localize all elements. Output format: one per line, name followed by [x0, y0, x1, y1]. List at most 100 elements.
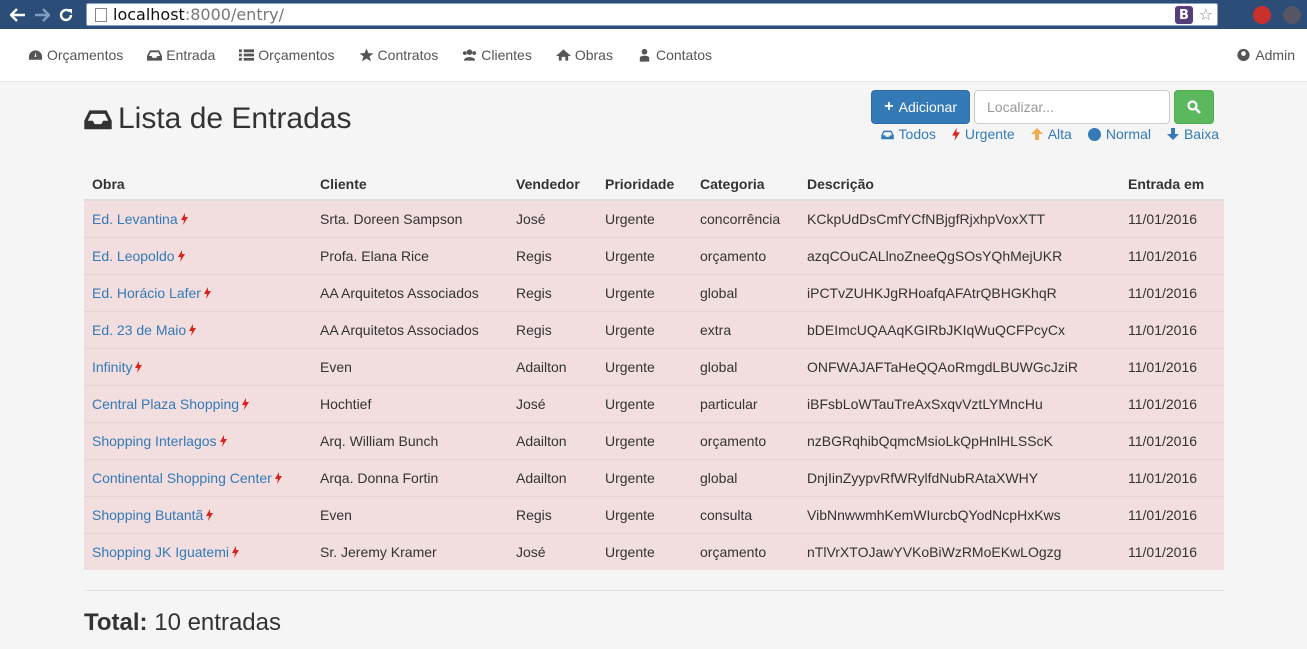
extension-icon[interactable] — [1253, 5, 1271, 24]
column-header-cliente[interactable]: Cliente — [312, 168, 508, 201]
cell-vendedor: Regis — [508, 236, 597, 274]
cell-cliente: Sr. Jeremy Kramer — [312, 532, 508, 570]
nav-item-label: Clientes — [481, 47, 532, 63]
cell-descricao: iPCTvZUHKJgRHoafqAFAtrQBHGKhqR — [799, 273, 1120, 311]
obra-link[interactable]: Shopping JK Iguatemi — [92, 544, 229, 560]
cell-prioridade: Urgente — [597, 273, 692, 311]
page-header: Lista de Entradas + Adicionar Todos Urge… — [84, 82, 1224, 168]
bolt-icon — [231, 545, 239, 558]
cell-obra: Central Plaza Shopping — [84, 384, 312, 422]
table-row[interactable]: Shopping Butantã Even Regis Urgente consulta… — [84, 495, 1224, 533]
cell-vendedor: Adailton — [508, 458, 597, 496]
search-input[interactable] — [974, 90, 1170, 124]
obra-link[interactable]: Ed. Levantina — [92, 211, 178, 227]
filter-todos[interactable]: Todos — [880, 126, 936, 142]
address-bar[interactable]: localhost:8000/entry/ B ☆ — [86, 3, 1218, 26]
cell-prioridade: Urgente — [597, 310, 692, 348]
cell-categoria: orçamento — [692, 421, 799, 459]
cell-cliente: Arq. William Bunch — [312, 421, 508, 459]
bolt-icon — [206, 508, 214, 521]
column-header-obra[interactable]: Obra — [84, 168, 312, 201]
cell-categoria: global — [692, 458, 799, 496]
filter-urgente[interactable]: Urgente — [952, 126, 1015, 142]
column-header-prioridade[interactable]: Prioridade — [597, 168, 692, 201]
cell-cliente: AA Arquitetos Associados — [312, 273, 508, 311]
obra-link[interactable]: Ed. Leopoldo — [92, 248, 175, 264]
obra-link[interactable]: Central Plaza Shopping — [92, 396, 239, 412]
entries-table: Obra Cliente Vendedor Prioridade Categor… — [84, 168, 1224, 570]
cell-cliente: Even — [312, 495, 508, 533]
extension-icon[interactable] — [1283, 5, 1301, 24]
cell-cliente: Hochtief — [312, 384, 508, 422]
table-row[interactable]: Shopping Interlagos Arq. William Bunch Ada… — [84, 421, 1224, 459]
cell-vendedor: José — [508, 199, 597, 237]
cell-cliente: AA Arquitetos Associados — [312, 310, 508, 348]
back-icon[interactable] — [6, 3, 30, 27]
nav-item-admin[interactable]: Admin — [1236, 47, 1295, 63]
nav-item-orcamentos-list[interactable]: Orçamentos — [239, 47, 335, 63]
cell-categoria: global — [692, 347, 799, 385]
table-row[interactable]: Ed. Levantina Srta. Doreen Sampson José Urg… — [84, 199, 1224, 237]
table-row[interactable]: Central Plaza Shopping Hochtief José Urgent… — [84, 384, 1224, 422]
bolt-icon — [219, 434, 227, 447]
table-row[interactable]: Ed. 23 de Maio AA Arquitetos Associados Re… — [84, 310, 1224, 348]
column-header-vendedor[interactable]: Vendedor — [508, 168, 597, 201]
obra-link[interactable]: Continental Shopping Center — [92, 470, 272, 486]
cell-descricao: KCkpUdDsCmfYCfNBjgfRjxhpVoxXTT — [799, 199, 1120, 237]
cell-entrada-em: 11/01/2016 — [1120, 384, 1224, 422]
bootstrap-extension-icon[interactable]: B — [1175, 6, 1193, 24]
cell-obra: Ed. Levantina — [84, 199, 312, 237]
nav-item-obras[interactable]: Obras — [555, 47, 613, 63]
nav-item-contratos[interactable]: Contratos — [359, 47, 439, 63]
cell-categoria: consulta — [692, 495, 799, 533]
cell-vendedor: Regis — [508, 273, 597, 311]
filter-label: Alta — [1047, 126, 1072, 142]
list-icon — [239, 49, 255, 61]
cell-entrada-em: 11/01/2016 — [1120, 421, 1224, 459]
column-header-entrada-em[interactable]: Entrada em — [1120, 168, 1224, 201]
bolt-icon — [180, 212, 188, 225]
obra-link[interactable]: Shopping Interlagos — [92, 433, 217, 449]
filter-baixa[interactable]: Baixa — [1166, 126, 1219, 142]
table-row[interactable]: Shopping JK Iguatemi Sr. Jeremy Kramer Jos… — [84, 532, 1224, 570]
bookmark-star-icon[interactable]: ☆ — [1199, 5, 1213, 24]
search-button[interactable] — [1174, 90, 1214, 124]
obra-link[interactable]: Infinity — [92, 359, 132, 375]
forward-icon[interactable] — [30, 3, 54, 27]
main-navbar: Orçamentos Entrada Orçamentos Contratos … — [0, 29, 1307, 82]
column-header-categoria[interactable]: Categoria — [692, 168, 799, 201]
cell-vendedor: José — [508, 384, 597, 422]
search-icon — [1187, 100, 1201, 114]
nav-item-clientes[interactable]: Clientes — [462, 47, 532, 63]
priority-filters: Todos Urgente Alta Normal Baixa — [880, 126, 1219, 142]
cell-obra: Ed. Horácio Lafer — [84, 273, 312, 311]
table-row[interactable]: Continental Shopping Center Arqa. Donna F… — [84, 458, 1224, 496]
cell-entrada-em: 11/01/2016 — [1120, 532, 1224, 570]
filter-alta[interactable]: Alta — [1030, 126, 1072, 142]
table-row[interactable]: Infinity Even Adailton Urgente global ONFWAJA… — [84, 347, 1224, 385]
user-circle-icon — [1237, 48, 1250, 62]
obra-link[interactable]: Shopping Butantã — [92, 507, 203, 523]
nav-item-label: Contatos — [655, 47, 713, 63]
nav-item-orcamentos-dashboard[interactable]: Orçamentos — [28, 47, 123, 63]
table-row[interactable]: Ed. Leopoldo Profa. Elana Rice Regis Urgent… — [84, 236, 1224, 274]
cell-categoria: concorrência — [692, 199, 799, 237]
nav-item-label: Contratos — [377, 47, 439, 63]
column-header-descricao[interactable]: Descrição — [799, 168, 1120, 201]
cell-vendedor: Regis — [508, 310, 597, 348]
table-row[interactable]: Ed. Horácio Lafer AA Arquitetos Associado… — [84, 273, 1224, 311]
toolbar: + Adicionar — [871, 90, 1214, 124]
cell-prioridade: Urgente — [597, 495, 692, 533]
total-value: 10 entradas — [154, 609, 281, 636]
obra-link[interactable]: Ed. 23 de Maio — [92, 322, 186, 338]
browser-toolbar: localhost:8000/entry/ B ☆ — [0, 0, 1307, 29]
add-button[interactable]: + Adicionar — [871, 90, 970, 124]
cell-descricao: nTlVrXTOJawYVKoBiWzRMoEKwLOgzg — [799, 532, 1120, 570]
filter-normal[interactable]: Normal — [1087, 126, 1151, 142]
user-icon — [639, 48, 650, 62]
cell-obra: Infinity — [84, 347, 312, 385]
nav-item-contatos[interactable]: Contatos — [637, 47, 712, 63]
nav-item-entrada[interactable]: Entrada — [147, 47, 215, 63]
reload-icon[interactable] — [54, 3, 78, 27]
obra-link[interactable]: Ed. Horácio Lafer — [92, 285, 201, 301]
